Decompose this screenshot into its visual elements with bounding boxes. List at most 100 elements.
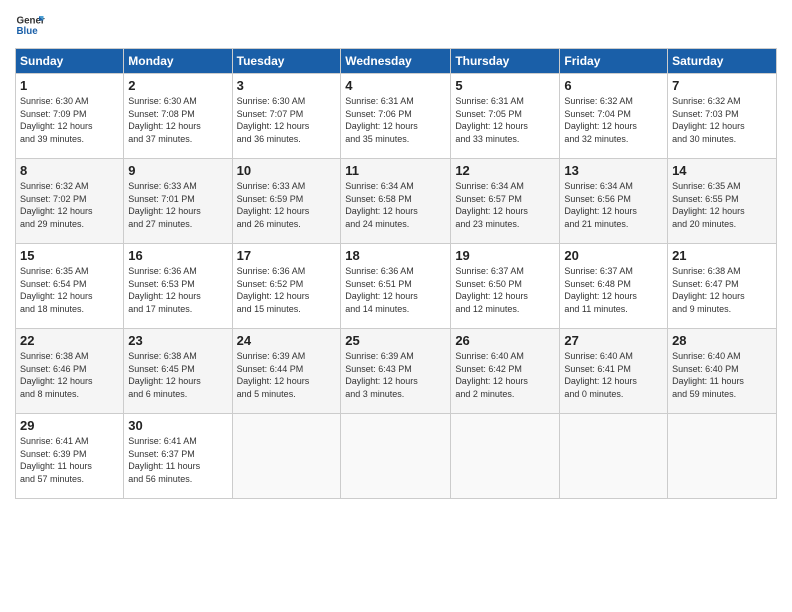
day-info: Sunrise: 6:39 AM Sunset: 6:44 PM Dayligh… <box>237 350 337 400</box>
day-info: Sunrise: 6:33 AM Sunset: 6:59 PM Dayligh… <box>237 180 337 230</box>
day-info: Sunrise: 6:34 AM Sunset: 6:56 PM Dayligh… <box>564 180 663 230</box>
page-header: General Blue <box>15 10 777 40</box>
day-number: 8 <box>20 163 119 178</box>
calendar-cell <box>560 414 668 499</box>
calendar-cell: 8 Sunrise: 6:32 AM Sunset: 7:02 PM Daylig… <box>16 159 124 244</box>
day-number: 23 <box>128 333 227 348</box>
day-number: 2 <box>128 78 227 93</box>
calendar-cell: 20 Sunrise: 6:37 AM Sunset: 6:48 PM Dayli… <box>560 244 668 329</box>
day-info: Sunrise: 6:36 AM Sunset: 6:51 PM Dayligh… <box>345 265 446 315</box>
day-info: Sunrise: 6:38 AM Sunset: 6:47 PM Dayligh… <box>672 265 772 315</box>
calendar-week-row: 29 Sunrise: 6:41 AM Sunset: 6:39 PM Dayli… <box>16 414 777 499</box>
day-info: Sunrise: 6:41 AM Sunset: 6:39 PM Dayligh… <box>20 435 119 485</box>
svg-text:Blue: Blue <box>17 26 39 37</box>
day-number: 19 <box>455 248 555 263</box>
calendar-cell <box>668 414 777 499</box>
weekday-header: Wednesday <box>341 49 451 74</box>
logo: General Blue <box>15 10 45 40</box>
calendar-cell: 25 Sunrise: 6:39 AM Sunset: 6:43 PM Dayli… <box>341 329 451 414</box>
calendar-week-row: 8 Sunrise: 6:32 AM Sunset: 7:02 PM Daylig… <box>16 159 777 244</box>
calendar-cell: 19 Sunrise: 6:37 AM Sunset: 6:50 PM Dayli… <box>451 244 560 329</box>
day-number: 26 <box>455 333 555 348</box>
calendar-cell <box>232 414 341 499</box>
day-info: Sunrise: 6:36 AM Sunset: 6:52 PM Dayligh… <box>237 265 337 315</box>
day-info: Sunrise: 6:32 AM Sunset: 7:03 PM Dayligh… <box>672 95 772 145</box>
day-number: 14 <box>672 163 772 178</box>
day-number: 12 <box>455 163 555 178</box>
day-number: 17 <box>237 248 337 263</box>
calendar-week-row: 15 Sunrise: 6:35 AM Sunset: 6:54 PM Dayli… <box>16 244 777 329</box>
day-number: 6 <box>564 78 663 93</box>
day-number: 30 <box>128 418 227 433</box>
calendar-cell: 2 Sunrise: 6:30 AM Sunset: 7:08 PM Daylig… <box>124 74 232 159</box>
weekday-header: Tuesday <box>232 49 341 74</box>
calendar-cell: 17 Sunrise: 6:36 AM Sunset: 6:52 PM Dayli… <box>232 244 341 329</box>
day-number: 1 <box>20 78 119 93</box>
day-info: Sunrise: 6:30 AM Sunset: 7:07 PM Dayligh… <box>237 95 337 145</box>
calendar-cell: 16Sunrise: 6:36 AM Sunset: 6:53 PM Dayli… <box>124 244 232 329</box>
day-info: Sunrise: 6:33 AM Sunset: 7:01 PM Dayligh… <box>128 180 227 230</box>
calendar-cell: 10 Sunrise: 6:33 AM Sunset: 6:59 PM Dayli… <box>232 159 341 244</box>
day-info: Sunrise: 6:30 AM Sunset: 7:08 PM Dayligh… <box>128 95 227 145</box>
calendar-cell: 6 Sunrise: 6:32 AM Sunset: 7:04 PM Daylig… <box>560 74 668 159</box>
day-number: 15 <box>20 248 119 263</box>
calendar-cell: 29 Sunrise: 6:41 AM Sunset: 6:39 PM Dayli… <box>16 414 124 499</box>
day-number: 22 <box>20 333 119 348</box>
day-info: Sunrise: 6:40 AM Sunset: 6:40 PM Dayligh… <box>672 350 772 400</box>
calendar-cell: 24 Sunrise: 6:39 AM Sunset: 6:44 PM Dayli… <box>232 329 341 414</box>
day-info: Sunrise: 6:40 AM Sunset: 6:42 PM Dayligh… <box>455 350 555 400</box>
calendar-cell: 4 Sunrise: 6:31 AM Sunset: 7:06 PM Daylig… <box>341 74 451 159</box>
calendar-cell: 3 Sunrise: 6:30 AM Sunset: 7:07 PM Daylig… <box>232 74 341 159</box>
calendar-week-row: 1 Sunrise: 6:30 AM Sunset: 7:09 PM Daylig… <box>16 74 777 159</box>
calendar-cell: 9 Sunrise: 6:33 AM Sunset: 7:01 PM Daylig… <box>124 159 232 244</box>
day-number: 9 <box>128 163 227 178</box>
calendar-cell: 14 Sunrise: 6:35 AM Sunset: 6:55 PM Dayli… <box>668 159 777 244</box>
day-info: Sunrise: 6:36 AM Sunset: 6:53 PM Dayligh… <box>128 265 227 315</box>
day-number: 5 <box>455 78 555 93</box>
day-info: Sunrise: 6:37 AM Sunset: 6:48 PM Dayligh… <box>564 265 663 315</box>
day-info: Sunrise: 6:34 AM Sunset: 6:58 PM Dayligh… <box>345 180 446 230</box>
calendar-table: SundayMondayTuesdayWednesdayThursdayFrid… <box>15 48 777 499</box>
weekday-header: Friday <box>560 49 668 74</box>
day-info: Sunrise: 6:39 AM Sunset: 6:43 PM Dayligh… <box>345 350 446 400</box>
day-number: 10 <box>237 163 337 178</box>
day-info: Sunrise: 6:41 AM Sunset: 6:37 PM Dayligh… <box>128 435 227 485</box>
day-info: Sunrise: 6:30 AM Sunset: 7:09 PM Dayligh… <box>20 95 119 145</box>
day-info: Sunrise: 6:40 AM Sunset: 6:41 PM Dayligh… <box>564 350 663 400</box>
calendar-cell: 23 Sunrise: 6:38 AM Sunset: 6:45 PM Dayli… <box>124 329 232 414</box>
day-number: 11 <box>345 163 446 178</box>
day-number: 18 <box>345 248 446 263</box>
calendar-cell <box>451 414 560 499</box>
day-info: Sunrise: 6:32 AM Sunset: 7:04 PM Dayligh… <box>564 95 663 145</box>
day-info: Sunrise: 6:38 AM Sunset: 6:46 PM Dayligh… <box>20 350 119 400</box>
day-info: Sunrise: 6:34 AM Sunset: 6:57 PM Dayligh… <box>455 180 555 230</box>
day-info: Sunrise: 6:38 AM Sunset: 6:45 PM Dayligh… <box>128 350 227 400</box>
day-number: 3 <box>237 78 337 93</box>
day-number: 24 <box>237 333 337 348</box>
day-number: 4 <box>345 78 446 93</box>
day-number: 27 <box>564 333 663 348</box>
day-info: Sunrise: 6:31 AM Sunset: 7:06 PM Dayligh… <box>345 95 446 145</box>
day-number: 20 <box>564 248 663 263</box>
day-number: 25 <box>345 333 446 348</box>
calendar-cell: 13 Sunrise: 6:34 AM Sunset: 6:56 PM Dayli… <box>560 159 668 244</box>
day-number: 7 <box>672 78 772 93</box>
day-info: Sunrise: 6:37 AM Sunset: 6:50 PM Dayligh… <box>455 265 555 315</box>
day-info: Sunrise: 6:35 AM Sunset: 6:55 PM Dayligh… <box>672 180 772 230</box>
logo-icon: General Blue <box>15 10 45 40</box>
day-number: 21 <box>672 248 772 263</box>
day-number: 29 <box>20 418 119 433</box>
weekday-header: Saturday <box>668 49 777 74</box>
day-info: Sunrise: 6:31 AM Sunset: 7:05 PM Dayligh… <box>455 95 555 145</box>
calendar-cell <box>341 414 451 499</box>
day-number: 13 <box>564 163 663 178</box>
calendar-cell: 30 Sunrise: 6:41 AM Sunset: 6:37 PM Dayli… <box>124 414 232 499</box>
day-number: 28 <box>672 333 772 348</box>
calendar-cell: 11 Sunrise: 6:34 AM Sunset: 6:58 PM Dayli… <box>341 159 451 244</box>
day-info: Sunrise: 6:32 AM Sunset: 7:02 PM Dayligh… <box>20 180 119 230</box>
calendar-header-row: SundayMondayTuesdayWednesdayThursdayFrid… <box>16 49 777 74</box>
calendar-cell: 12 Sunrise: 6:34 AM Sunset: 6:57 PM Dayli… <box>451 159 560 244</box>
calendar-cell: 27 Sunrise: 6:40 AM Sunset: 6:41 PM Dayli… <box>560 329 668 414</box>
calendar-cell: 5 Sunrise: 6:31 AM Sunset: 7:05 PM Daylig… <box>451 74 560 159</box>
day-info: Sunrise: 6:35 AM Sunset: 6:54 PM Dayligh… <box>20 265 119 315</box>
